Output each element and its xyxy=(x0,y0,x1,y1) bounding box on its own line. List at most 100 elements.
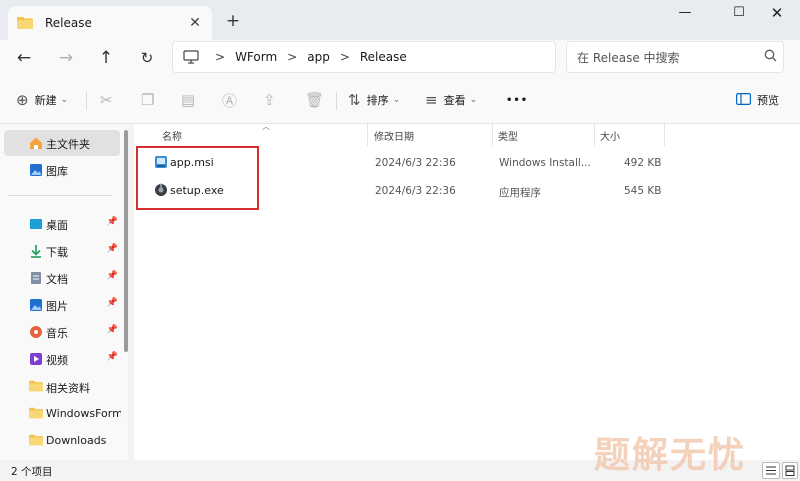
sidebar-item-folder[interactable]: 相关资料 xyxy=(4,374,120,400)
chevron-right-icon: > xyxy=(215,50,226,64)
item-count: 2 个项目 xyxy=(11,466,53,478)
sidebar-item-home[interactable]: 主文件夹 xyxy=(4,130,120,156)
pin-icon[interactable]: 📌 xyxy=(107,325,118,335)
forward-button[interactable]: → xyxy=(52,44,80,72)
paste-icon: ▤ xyxy=(181,91,196,109)
music-icon xyxy=(29,325,43,339)
details-view-icon[interactable] xyxy=(762,462,780,479)
divider xyxy=(336,92,337,110)
more-options-button[interactable]: ••• xyxy=(506,86,528,114)
folder-icon xyxy=(17,17,33,29)
sidebar-item-label: 主文件夹 xyxy=(46,138,90,151)
share-button[interactable]: ⇪ xyxy=(263,86,282,114)
tiles-view-icon[interactable] xyxy=(782,462,798,479)
preview-label: 预览 xyxy=(757,94,779,107)
preview-button[interactable]: 预览 xyxy=(736,86,779,114)
column-divider[interactable] xyxy=(492,124,493,146)
home-icon xyxy=(29,136,43,150)
sidebar-item-music[interactable]: 音乐 📌 xyxy=(4,319,120,345)
pin-icon[interactable]: 📌 xyxy=(107,298,118,308)
address-bar[interactable]: > WForm > app > Release xyxy=(172,41,556,73)
close-window-button[interactable]: ✕ xyxy=(754,0,800,28)
sidebar-item-videos[interactable]: 视频 📌 xyxy=(4,346,120,372)
folder-icon xyxy=(29,407,43,421)
up-button[interactable]: ↑ xyxy=(92,44,120,72)
file-modified: 2024/6/3 22:36 xyxy=(375,157,456,169)
folder-icon xyxy=(29,434,43,448)
annotation-highlight-box xyxy=(136,146,259,210)
sort-button[interactable]: ⇅ 排序 ⌄ xyxy=(348,86,400,114)
cut-button[interactable]: ✂ xyxy=(100,86,119,114)
column-header-type[interactable]: 类型 xyxy=(498,128,518,143)
tab-title: Release xyxy=(45,16,92,30)
view-button[interactable]: ≡ 查看 ⌄ xyxy=(425,86,477,114)
sidebar-item-pictures[interactable]: 图片 📌 xyxy=(4,292,120,318)
file-type: Windows Install... xyxy=(499,157,591,169)
view-icon: ≡ xyxy=(425,91,438,109)
pin-icon[interactable]: 📌 xyxy=(107,352,118,362)
sidebar-item-gallery[interactable]: 图库 xyxy=(4,157,120,183)
sidebar-scrollbar-thumb[interactable] xyxy=(124,130,128,352)
sidebar-item-folder[interactable]: Downloads xyxy=(4,428,120,454)
gallery-icon xyxy=(29,163,43,177)
tab-release[interactable]: Release ✕ xyxy=(8,6,212,40)
file-modified: 2024/6/3 22:36 xyxy=(375,185,456,197)
search-input[interactable]: 在 Release 中搜索 xyxy=(566,41,784,73)
back-button[interactable]: ← xyxy=(10,44,38,72)
breadcrumb-item[interactable]: WForm xyxy=(235,50,277,64)
breadcrumb-item[interactable]: app xyxy=(307,50,330,64)
sidebar-item-label: 音乐 xyxy=(46,327,68,340)
new-tab-button[interactable]: + xyxy=(222,10,244,32)
sidebar-item-desktop[interactable]: 桌面 📌 xyxy=(4,211,120,237)
computer-icon xyxy=(183,50,201,64)
address-row: ← → ↑ ↻ > WForm > app > Release 在 Releas… xyxy=(0,40,800,76)
sidebar-item-label: 图片 xyxy=(46,300,68,313)
search-icon xyxy=(757,49,783,66)
tab-close-icon[interactable]: ✕ xyxy=(186,14,204,32)
rename-button[interactable]: Ⓐ xyxy=(222,86,243,114)
sidebar-item-documents[interactable]: 文档 📌 xyxy=(4,265,120,291)
view-label: 查看 xyxy=(443,94,466,107)
column-divider[interactable] xyxy=(594,124,595,146)
sidebar-item-label: 文档 xyxy=(46,273,68,286)
paste-button[interactable]: ▤ xyxy=(181,86,201,114)
sidebar-item-label: Downloads xyxy=(46,434,107,447)
sidebar-item-label: 桌面 xyxy=(46,219,68,232)
sidebar-item-folder[interactable]: WindowsForm xyxy=(4,401,123,427)
column-header-size[interactable]: 大小 xyxy=(600,128,620,143)
column-divider[interactable] xyxy=(367,124,368,146)
breadcrumb-item[interactable]: Release xyxy=(360,50,407,64)
sidebar-item-label: 视频 xyxy=(46,354,68,367)
sort-ascending-icon: ︿ xyxy=(262,122,270,131)
watermark-logo: 题解无忧 xyxy=(594,435,747,476)
column-header-modified[interactable]: 修改日期 xyxy=(374,128,414,143)
file-size: 545 KB xyxy=(624,185,662,197)
copy-button[interactable]: ❐ xyxy=(141,86,160,114)
column-header-name[interactable]: 名称 xyxy=(162,128,182,143)
divider xyxy=(8,195,112,196)
video-icon xyxy=(29,352,43,366)
file-size: 492 KB xyxy=(624,157,662,169)
chevron-right-icon: > xyxy=(339,50,350,64)
pin-icon[interactable]: 📌 xyxy=(107,217,118,227)
copy-icon: ❐ xyxy=(141,91,155,109)
column-divider[interactable] xyxy=(664,124,665,146)
minimize-button[interactable]: — xyxy=(662,0,708,28)
plus-circle-icon: ⊕ xyxy=(16,91,29,109)
sidebar-item-label: 下载 xyxy=(46,246,68,259)
pictures-icon xyxy=(29,298,43,312)
sidebar-item-downloads[interactable]: 下载 📌 xyxy=(4,238,120,264)
preview-pane-icon xyxy=(736,91,752,109)
sort-label: 排序 xyxy=(366,94,389,107)
rename-icon: Ⓐ xyxy=(222,91,238,110)
pin-icon[interactable]: 📌 xyxy=(107,244,118,254)
refresh-button[interactable]: ↻ xyxy=(133,44,161,72)
chevron-down-icon: ⌄ xyxy=(60,95,69,105)
new-button[interactable]: ⊕ 新建 ⌄ xyxy=(16,86,68,114)
share-icon: ⇪ xyxy=(263,91,276,109)
document-icon xyxy=(29,271,43,285)
delete-button[interactable]: 🗑 xyxy=(305,86,330,114)
sidebar-item-label: 相关资料 xyxy=(46,382,90,395)
pin-icon[interactable]: 📌 xyxy=(107,271,118,281)
download-icon xyxy=(29,244,43,258)
